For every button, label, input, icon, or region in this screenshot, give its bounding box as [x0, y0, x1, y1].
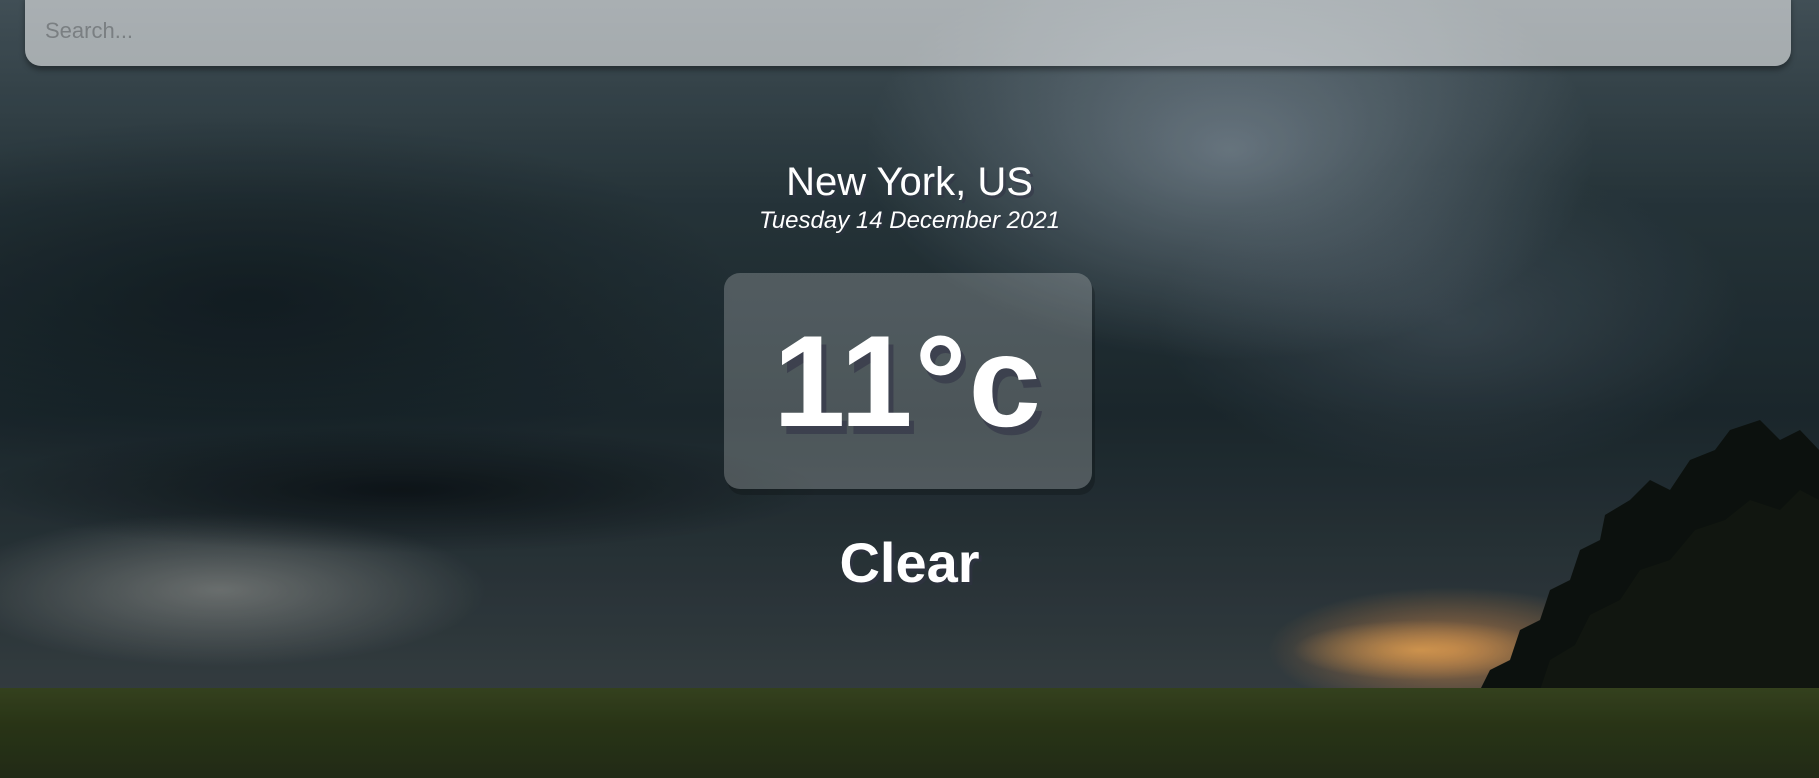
app-container: New York, US Tuesday 14 December 2021 11…	[0, 0, 1819, 778]
location-box: New York, US Tuesday 14 December 2021	[0, 158, 1819, 236]
weather-condition: Clear	[839, 531, 980, 594]
current-date: Tuesday 14 December 2021	[758, 207, 1061, 234]
search-input[interactable]	[25, 0, 1791, 66]
temperature-box: 11°c	[724, 273, 1092, 489]
temperature-value: 11°c	[773, 308, 1043, 454]
location-city: New York, US	[786, 160, 1033, 204]
